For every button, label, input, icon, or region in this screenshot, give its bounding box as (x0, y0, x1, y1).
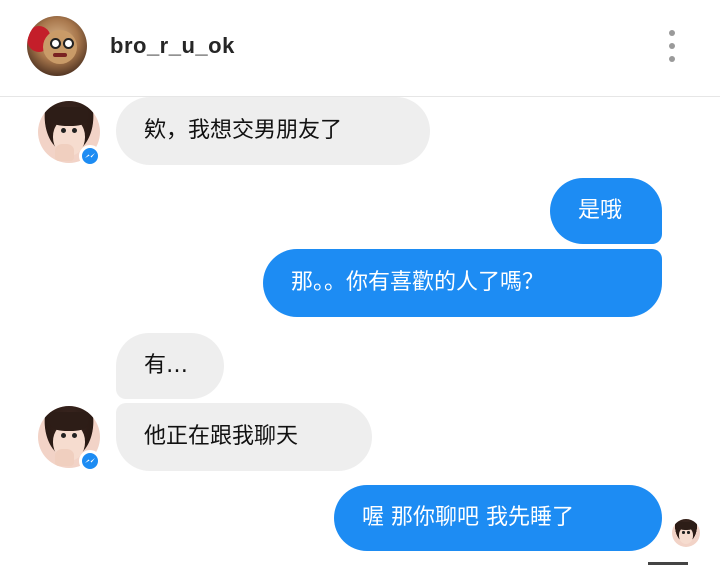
seen-receipt-avatar (672, 519, 700, 547)
message-bubble-outgoing[interactable]: 喔 那你聊吧 我先睡了 (334, 485, 662, 551)
message-bubble-outgoing[interactable]: 是哦 (550, 178, 662, 244)
message-bubble-incoming[interactable]: 欸，我想交男朋友了 (116, 97, 430, 165)
contact-username[interactable]: bro_r_u_ok (110, 31, 235, 61)
message-bubble-outgoing[interactable]: 那。。你有喜歡的人了嗎？ (263, 249, 662, 317)
messenger-badge-icon (79, 145, 101, 167)
message-bubble-incoming[interactable]: 他正在跟我聊天 (116, 403, 372, 471)
more-options-icon[interactable] (658, 28, 686, 64)
home-indicator (648, 562, 688, 565)
message-thread: 欸，我想交男朋友了 是哦 那。。你有喜歡的人了嗎？ 有… 他正在跟我聊天 喔 那… (0, 97, 720, 567)
message-bubble-incoming[interactable]: 有… (116, 333, 224, 399)
messenger-badge-icon (79, 450, 101, 472)
contact-avatar[interactable] (27, 16, 87, 76)
chat-header: bro_r_u_ok (0, 0, 720, 97)
